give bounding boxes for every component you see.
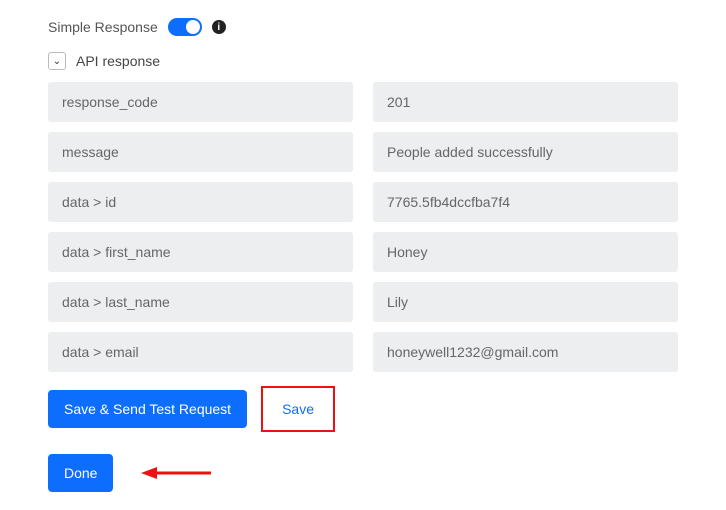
field-value-input[interactable] <box>373 132 678 172</box>
simple-response-toggle[interactable] <box>168 18 202 36</box>
done-row: Done <box>48 454 678 492</box>
arrow-icon <box>141 464 211 482</box>
field-value-input[interactable] <box>373 232 678 272</box>
simple-response-label: Simple Response <box>48 19 158 35</box>
field-value-input[interactable] <box>373 82 678 122</box>
field-row <box>48 332 678 372</box>
api-response-title: API response <box>76 53 160 69</box>
chevron-down-icon: ⌄ <box>53 56 61 67</box>
field-value-input[interactable] <box>373 332 678 372</box>
info-icon[interactable]: i <box>212 20 226 34</box>
action-buttons-row: Save & Send Test Request Save <box>48 386 678 432</box>
field-key-input[interactable] <box>48 282 353 322</box>
field-row <box>48 282 678 322</box>
save-button[interactable]: Save <box>265 390 331 428</box>
field-key-input[interactable] <box>48 82 353 122</box>
field-row <box>48 82 678 122</box>
field-key-input[interactable] <box>48 132 353 172</box>
field-row <box>48 182 678 222</box>
field-key-input[interactable] <box>48 182 353 222</box>
field-row <box>48 232 678 272</box>
field-value-input[interactable] <box>373 282 678 322</box>
save-send-test-request-button[interactable]: Save & Send Test Request <box>48 390 247 428</box>
field-key-input[interactable] <box>48 232 353 272</box>
field-value-input[interactable] <box>373 182 678 222</box>
save-highlight-box: Save <box>261 386 335 432</box>
done-button[interactable]: Done <box>48 454 113 492</box>
api-response-section-header: ⌄ API response <box>48 52 678 70</box>
collapse-toggle[interactable]: ⌄ <box>48 52 66 70</box>
field-row <box>48 132 678 172</box>
field-key-input[interactable] <box>48 332 353 372</box>
toggle-knob <box>186 20 200 34</box>
simple-response-header: Simple Response i <box>48 18 678 36</box>
